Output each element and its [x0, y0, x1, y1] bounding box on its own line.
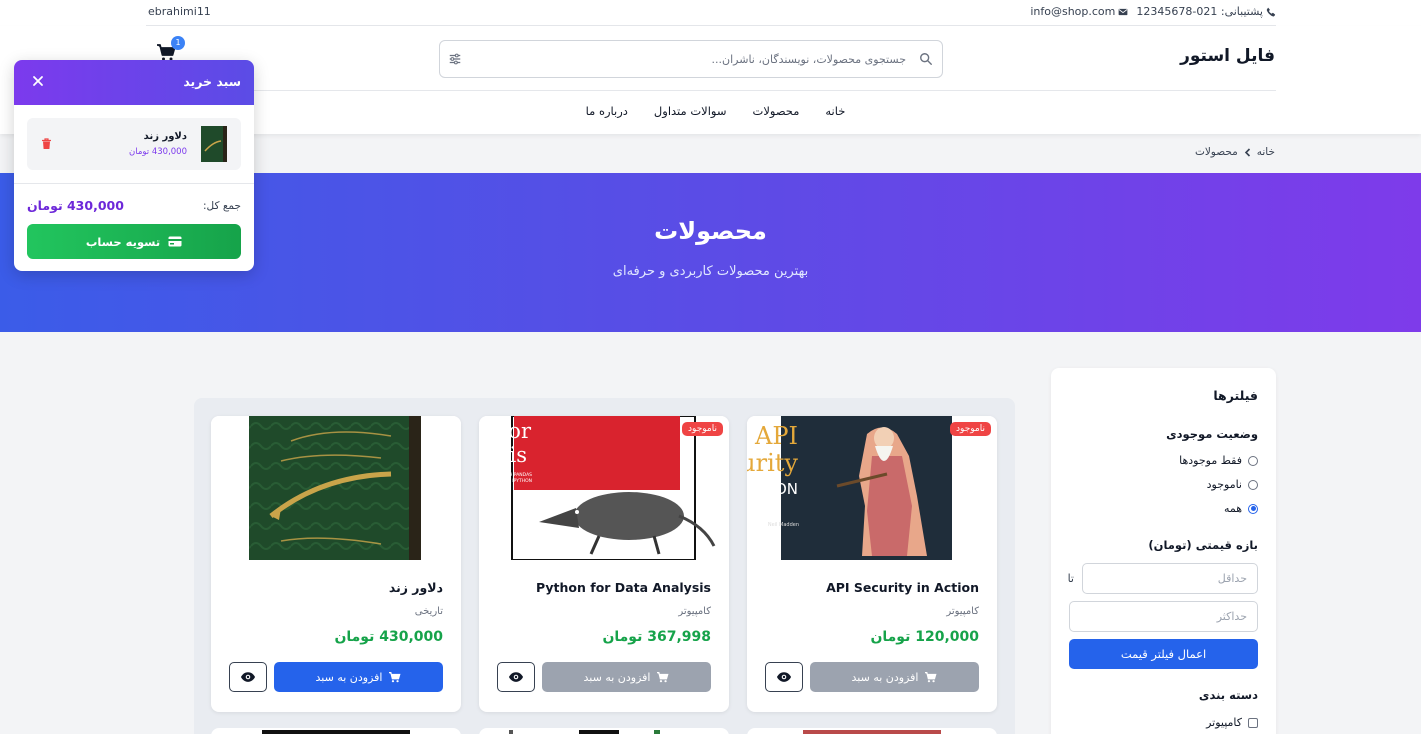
product-card[interactable]	[211, 728, 461, 734]
checkout-button[interactable]: تسویه حساب	[27, 224, 241, 259]
quick-view-button[interactable]	[229, 662, 267, 692]
product-price: 367,998 تومان	[602, 629, 711, 645]
envelope-icon	[1119, 8, 1128, 15]
support-info: پشتیبانی: 021-12345678	[1136, 5, 1276, 18]
product-category: تاریخی	[414, 606, 443, 617]
svg-text:Python for: Python for	[479, 419, 532, 443]
checkbox[interactable]	[1248, 717, 1258, 728]
search-input[interactable]	[476, 49, 906, 69]
product-title[interactable]: Python for Data Analysis	[536, 580, 711, 595]
cart-item-price: 430,000 تومان	[129, 147, 187, 157]
chevron-left-icon	[1244, 147, 1250, 157]
stock-status-label: وضعیت موجودی	[1166, 427, 1258, 441]
product-image[interactable]: API Security IN ACTION Neil Madden	[747, 416, 997, 560]
max-price-input[interactable]	[1069, 601, 1258, 632]
max-price-row	[1069, 601, 1258, 632]
product-category: کامپیوتر	[678, 606, 711, 617]
product-card[interactable]: Python for Data Analysis DATA WRANGLING …	[479, 416, 729, 712]
cart-icon	[925, 671, 937, 682]
quick-view-button[interactable]	[765, 662, 803, 692]
nav-faq[interactable]: سوالات متداول	[654, 104, 727, 118]
header-divider	[146, 90, 1276, 91]
add-to-cart-button[interactable]: افزودن به سبد	[274, 662, 443, 692]
min-price-row: تا	[1068, 563, 1258, 594]
cart-item-thumbnail	[201, 126, 227, 162]
radio-out-of-stock[interactable]: ناموجود	[1207, 478, 1258, 491]
search-icon[interactable]	[919, 52, 933, 66]
filter-sliders-icon[interactable]	[448, 52, 462, 66]
eye-icon	[777, 672, 791, 682]
svg-text:NUMPY, AND IPYTHON: NUMPY, AND IPYTHON	[482, 478, 532, 484]
product-card[interactable]	[479, 728, 729, 734]
svg-text:Neil Madden: Neil Madden	[768, 522, 799, 528]
svg-text:Security: Security	[747, 449, 798, 477]
product-image[interactable]	[747, 728, 997, 734]
product-image[interactable]	[211, 416, 461, 560]
nav-home[interactable]: خانه	[825, 104, 845, 118]
product-price: 430,000 تومان	[334, 629, 443, 645]
search-box	[439, 40, 943, 78]
cart-count-badge: 1	[171, 36, 185, 50]
cart-item: دلاور زند 430,000 تومان	[27, 118, 241, 170]
cart-header: سبد خرید	[14, 60, 254, 105]
username[interactable]: ebrahimi11	[148, 5, 211, 18]
cart-icon	[389, 671, 401, 682]
quick-view-button[interactable]	[497, 662, 535, 692]
top-bar: پشتیبانی: 021-12345678 info@shop.com ebr…	[0, 0, 1421, 26]
email-info[interactable]: info@shop.com	[1030, 5, 1128, 18]
cart-total-label: جمع کل:	[203, 200, 241, 212]
radio-all[interactable]: همه	[1224, 502, 1258, 515]
cart-item-name[interactable]: دلاور زند	[144, 131, 187, 142]
svg-text:Data Analysis: Data Analysis	[479, 443, 527, 467]
product-image[interactable]	[479, 728, 729, 734]
apply-price-filter-button[interactable]: اعمال فیلتر قیمت	[1069, 639, 1258, 669]
category-label: دسته بندی	[1198, 688, 1258, 702]
eye-icon	[241, 672, 255, 682]
to-label: تا	[1067, 572, 1074, 585]
eye-icon	[509, 672, 523, 682]
cart-divider	[14, 183, 254, 184]
svg-text:IN ACTION: IN ACTION	[747, 480, 798, 498]
cart-total-value: 430,000 تومان	[27, 198, 124, 213]
product-price: 120,000 تومان	[870, 629, 979, 645]
product-card[interactable]	[747, 728, 997, 734]
products-grid: API Security IN ACTION Neil Madden ناموج…	[194, 398, 1015, 734]
add-to-cart-button[interactable]: افزودن به سبد	[542, 662, 711, 692]
filters-title: فیلترها	[1213, 388, 1258, 403]
radio-button[interactable]	[1248, 479, 1258, 490]
product-image[interactable]	[211, 728, 461, 734]
out-of-stock-badge: ناموجود	[950, 422, 991, 436]
product-title[interactable]: API Security in Action	[826, 580, 979, 595]
category-computer-checkbox[interactable]: کامپیوتر	[1206, 716, 1258, 729]
credit-card-icon	[168, 236, 182, 247]
top-contact: پشتیبانی: 021-12345678 info@shop.com	[1030, 5, 1276, 18]
product-card[interactable]: دلاور زند تاریخی 430,000 تومان افزودن به…	[211, 416, 461, 712]
radio-button[interactable]	[1248, 455, 1258, 466]
trash-icon[interactable]	[41, 138, 52, 150]
site-logo[interactable]: فایل استور	[1180, 46, 1275, 66]
filters-panel: فیلترها وضعیت موجودی فقط موجودها ناموجود…	[1051, 368, 1276, 734]
close-icon[interactable]	[31, 73, 45, 89]
radio-in-stock-only[interactable]: فقط موجودها	[1179, 454, 1258, 467]
nav-products[interactable]: محصولات	[753, 104, 800, 118]
svg-text:API: API	[754, 422, 798, 450]
phone-icon	[1266, 7, 1276, 16]
price-range-label: بازه قیمتی (تومان)	[1148, 538, 1258, 552]
cart-icon	[657, 671, 669, 682]
cart-title: سبد خرید	[183, 74, 241, 89]
breadcrumb-current: محصولات	[1194, 146, 1238, 158]
nav-about[interactable]: درباره ما	[586, 104, 628, 118]
breadcrumb: خانه محصولات	[1195, 146, 1275, 158]
product-image[interactable]: Python for Data Analysis DATA WRANGLING …	[479, 416, 729, 560]
product-card[interactable]: API Security IN ACTION Neil Madden ناموج…	[747, 416, 997, 712]
product-title[interactable]: دلاور زند	[389, 580, 443, 595]
cart-dropdown: سبد خرید دلاور زند 430,000 تومان جمع کل:…	[14, 60, 254, 271]
out-of-stock-badge: ناموجود	[682, 422, 723, 436]
add-to-cart-button[interactable]: افزودن به سبد	[810, 662, 979, 692]
radio-button-selected[interactable]	[1248, 503, 1258, 514]
breadcrumb-home[interactable]: خانه	[1257, 146, 1275, 158]
svg-text:DATA WRANGLING WITH PANDAS,: DATA WRANGLING WITH PANDAS,	[479, 472, 532, 478]
min-price-input[interactable]	[1082, 563, 1258, 594]
product-category: کامپیوتر	[946, 606, 979, 617]
